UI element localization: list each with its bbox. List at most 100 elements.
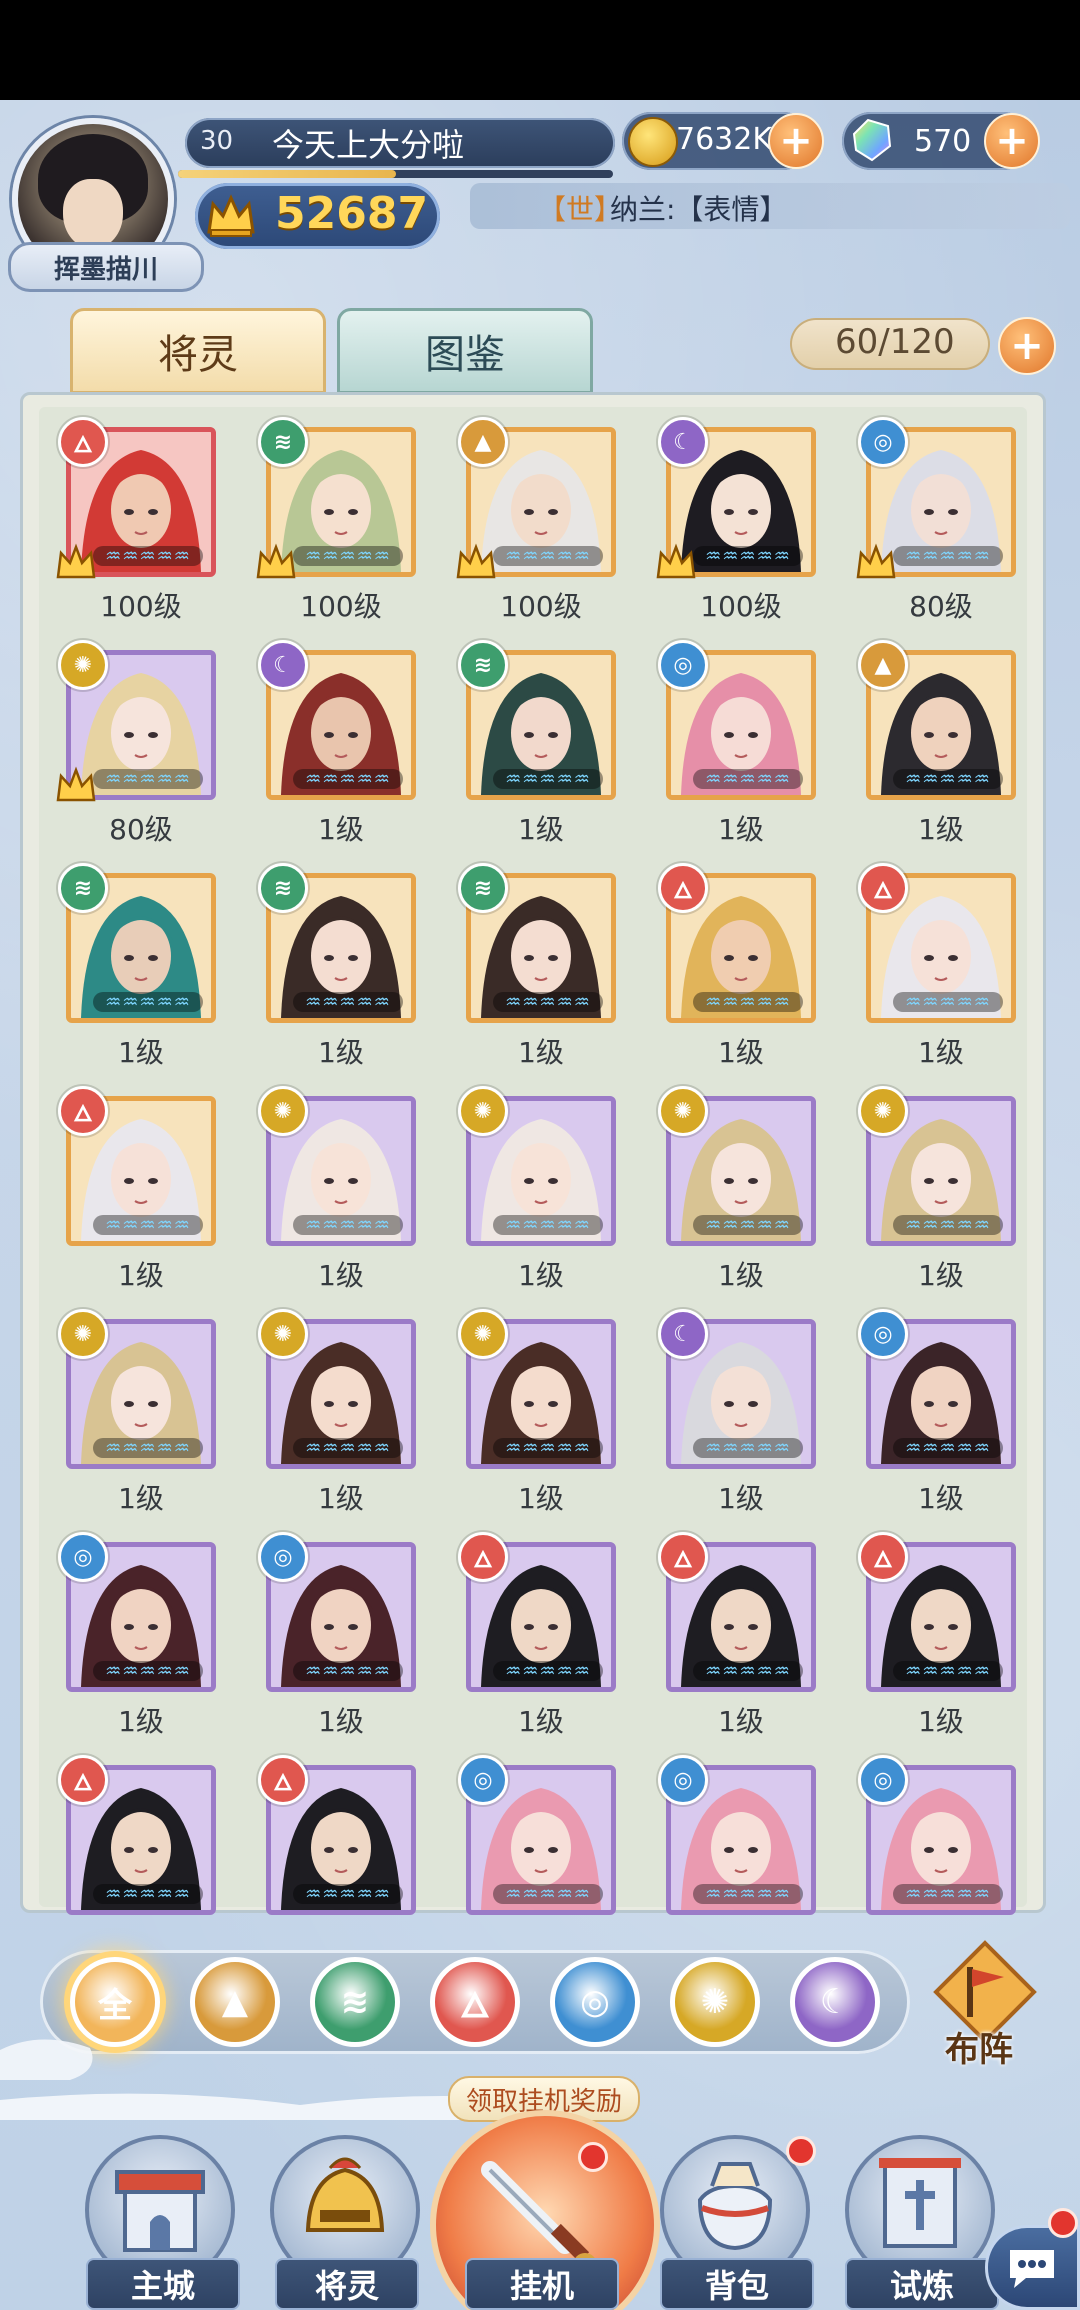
hero-star-rank: ♒♒♒♒♒ (893, 1215, 1003, 1236)
water-icon: ◎ (858, 417, 908, 467)
hero-card[interactable]: ♒♒♒♒♒ ✺ (858, 1086, 1016, 1246)
hero-level: 1级 (318, 1705, 364, 1738)
hero-card[interactable]: ♒♒♒♒♒ ✺ (458, 1086, 616, 1246)
hero-card[interactable]: ♒♒♒♒♒ 🜂 (658, 863, 816, 1023)
hero-card[interactable]: ♒♒♒♒♒ ◎ (858, 1309, 1016, 1469)
hero-card[interactable]: ♒♒♒♒♒ 🜂 (56, 417, 216, 579)
hero-level: 1级 (918, 1259, 964, 1292)
hero-card[interactable]: ♒♒♒♒♒ ◎ (658, 640, 816, 800)
hero-star-rank: ♒♒♒♒♒ (93, 992, 203, 1013)
hero-card[interactable]: ♒♒♒♒♒ ▲ (858, 640, 1016, 800)
hero-card[interactable]: ♒♒♒♒♒ 🜂 (58, 1086, 216, 1246)
hero-level: 1级 (718, 813, 764, 846)
idle-notification-dot (578, 2142, 608, 2172)
hero-card[interactable]: ♒♒♒♒♒ 🜂 (458, 1532, 616, 1692)
fire-icon: 🜂 (458, 1532, 508, 1582)
add-coins-button[interactable]: + (768, 113, 824, 169)
hero-star-rank: ♒♒♒♒♒ (493, 992, 603, 1013)
bag-notification-dot (786, 2136, 816, 2166)
tab-heroes[interactable]: 将灵 (70, 308, 326, 394)
hero-star-rank: ♒♒♒♒♒ (293, 1438, 403, 1459)
hero-star-rank: ♒♒♒♒♒ (493, 1438, 603, 1459)
filter-sun-button[interactable]: ✺ (670, 1957, 760, 2047)
hero-card[interactable]: ♒♒♒♒♒ ≋ (458, 640, 616, 800)
hero-card[interactable]: ♒♒♒♒♒ ≋ (256, 417, 416, 579)
hero-card[interactable]: ♒♒♒♒♒ 🜂 (258, 1755, 416, 1915)
fire-icon: 🜂 (658, 863, 708, 913)
hero-card[interactable]: ♒♒♒♒♒ ◎ (58, 1532, 216, 1692)
hero-card[interactable]: ♒♒♒♒♒ ≋ (458, 863, 616, 1023)
hero-star-rank: ♒♒♒♒♒ (693, 1215, 803, 1236)
hero-card[interactable]: ♒♒♒♒♒ ◎ (458, 1755, 616, 1915)
water-icon: ◎ (858, 1309, 908, 1359)
awaken-crown-icon (856, 543, 896, 579)
hero-star-rank: ♒♒♒♒♒ (293, 1884, 403, 1905)
combat-power-value: 52687 (275, 188, 429, 239)
gem-value: 570 (914, 124, 972, 159)
hero-card[interactable]: ♒♒♒♒♒ 🜂 (858, 1532, 1016, 1692)
sun-icon: ✺ (458, 1309, 508, 1359)
hero-card[interactable]: ♒♒♒♒♒ ◎ (658, 1755, 816, 1915)
hero-card[interactable]: ♒♒♒♒♒ ☾ (656, 417, 816, 579)
hero-level: 1级 (318, 1482, 364, 1515)
hero-star-rank: ♒♒♒♒♒ (893, 992, 1003, 1013)
sun-icon: ✺ (258, 1309, 308, 1359)
sun-icon: ✺ (258, 1086, 308, 1136)
hero-grid: ♒♒♒♒♒ 🜂 100级 ♒♒♒♒♒ ≋ 100级 ♒♒♒♒♒ ▲ 100级 ♒♒♒♒♒ ☾ 100级… (39, 407, 1027, 1915)
hero-card[interactable]: ♒♒♒♒♒ 🜂 (58, 1755, 216, 1915)
hero-star-rank: ♒♒♒♒♒ (493, 769, 603, 790)
formation-label: 布阵 (945, 2030, 1013, 2070)
avatar-face (63, 179, 123, 249)
hero-level: 1级 (318, 813, 364, 846)
hero-star-rank: ♒♒♒♒♒ (493, 1661, 603, 1682)
mountain-icon: ▲ (858, 640, 908, 690)
hero-star-rank: ♒♒♒♒♒ (693, 1438, 803, 1459)
hero-level: 1级 (518, 1259, 564, 1292)
hero-level: 1级 (318, 1036, 364, 1069)
bag-icon (697, 2162, 773, 2251)
fire-icon: 🜂 (58, 417, 108, 467)
hero-card[interactable]: ♒♒♒♒♒ ◎ (858, 1755, 1016, 1915)
mountain-icon: ▲ (458, 417, 508, 467)
hero-level: 1级 (918, 813, 964, 846)
filter-water-button[interactable]: ◎ (550, 1957, 640, 2047)
wind-icon: ≋ (258, 863, 308, 913)
sun-icon: ✺ (658, 1086, 708, 1136)
chat-button[interactable] (985, 2225, 1080, 2310)
expand-capacity-button[interactable]: + (998, 317, 1056, 375)
hero-card[interactable]: ♒♒♒♒♒ ◎ (856, 417, 1016, 579)
hero-level: 80级 (109, 813, 173, 846)
sun-icon: ✺ (58, 640, 108, 690)
hero-level: 1级 (518, 1705, 564, 1738)
hero-card[interactable]: ♒♒♒♒♒ ✺ (658, 1086, 816, 1246)
hero-level: 100级 (300, 590, 382, 623)
hero-card[interactable]: ♒♒♒♒♒ 🜂 (858, 863, 1016, 1023)
add-gems-button[interactable]: + (984, 113, 1040, 169)
player-name: 挥墨描川 (8, 242, 204, 292)
moon-icon: ☾ (658, 417, 708, 467)
sun-icon: ✺ (58, 1309, 108, 1359)
hero-card[interactable]: ♒♒♒♒♒ ▲ (456, 417, 616, 579)
hero-level: 1级 (518, 1036, 564, 1069)
hero-card[interactable]: ♒♒♒♒♒ ✺ (258, 1086, 416, 1246)
fire-icon: 🜂 (858, 1532, 908, 1582)
chat-message: 纳兰:【表情】 (610, 193, 788, 226)
hero-card[interactable]: ♒♒♒♒♒ 🜂 (658, 1532, 816, 1692)
hero-card[interactable]: ♒♒♒♒♒ ☾ (658, 1309, 816, 1469)
hero-card[interactable]: ♒♒♒♒♒ ≋ (258, 863, 416, 1023)
hero-level: 1级 (118, 1705, 164, 1738)
hero-card[interactable]: ♒♒♒♒♒ ✺ (458, 1309, 616, 1469)
filter-moon-button[interactable]: ☾ (790, 1957, 880, 2047)
hero-card[interactable]: ♒♒♒♒♒ ◎ (258, 1532, 416, 1692)
hero-level: 1级 (118, 1259, 164, 1292)
hero-card[interactable]: ♒♒♒♒♒ ≋ (58, 863, 216, 1023)
moon-icon: ☾ (819, 1982, 851, 2022)
awaken-crown-icon (256, 543, 296, 579)
hero-star-rank: ♒♒♒♒♒ (893, 546, 1003, 567)
hero-card[interactable]: ♒♒♒♒♒ ☾ (258, 640, 416, 800)
hero-card[interactable]: ♒♒♒♒♒ ✺ (56, 640, 216, 802)
sun-icon: ✺ (700, 1982, 730, 2022)
hero-card[interactable]: ♒♒♒♒♒ ✺ (258, 1309, 416, 1469)
tab-codex[interactable]: 图鉴 (337, 308, 593, 394)
hero-card[interactable]: ♒♒♒♒♒ ✺ (58, 1309, 216, 1469)
